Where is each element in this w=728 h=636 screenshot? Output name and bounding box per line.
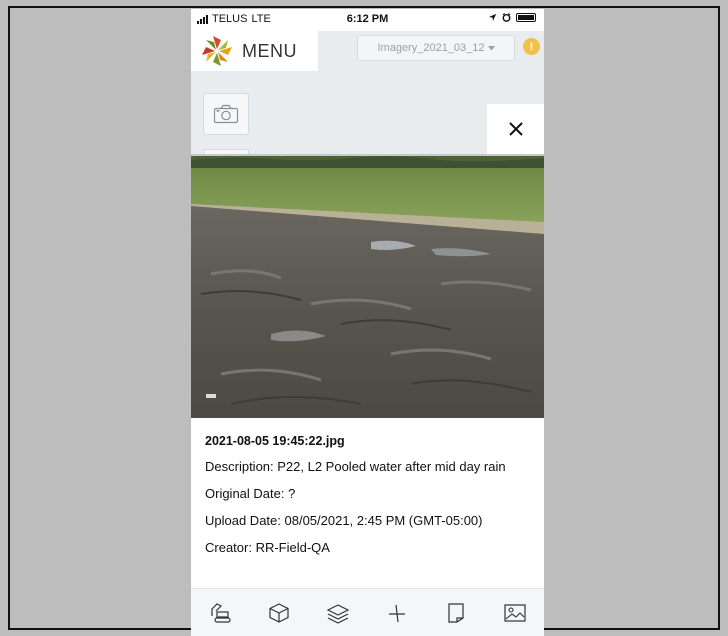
- photo-info-panel: 2021-08-05 19:45:22.jpg Description: P22…: [191, 418, 544, 588]
- image-icon: [503, 603, 526, 622]
- 3d-model-tool-button[interactable]: [266, 600, 292, 626]
- photo-upload-date: Upload Date: 08/05/2021, 2:45 PM (GMT-05…: [205, 513, 483, 528]
- imagery-dropdown[interactable]: Imagery_2021_03_12: [357, 35, 515, 61]
- alarm-icon: [502, 13, 511, 22]
- measure-icon: [388, 604, 405, 622]
- field-photo-image: [191, 154, 544, 418]
- location-arrow-icon: [488, 13, 497, 22]
- layers-tool-button[interactable]: [325, 600, 351, 626]
- phone-screen: TELUS LTE 6:12 PM MENU Imagery_2021_03_1…: [191, 9, 544, 636]
- photo-creator: Creator: RR-Field-QA: [205, 540, 330, 555]
- note-icon: [448, 602, 464, 623]
- caret-down-icon: [487, 45, 495, 50]
- menu-button[interactable]: MENU: [191, 31, 318, 71]
- photo-filename: 2021-08-05 19:45:22.jpg: [205, 434, 345, 448]
- images-tool-button[interactable]: [502, 600, 528, 626]
- measure-tool-button[interactable]: [384, 600, 410, 626]
- camera-button[interactable]: [203, 93, 249, 135]
- status-bar: TELUS LTE 6:12 PM: [191, 9, 544, 31]
- notes-tool-button[interactable]: [443, 600, 469, 626]
- close-icon: [508, 122, 523, 136]
- excavator-icon: [211, 602, 232, 623]
- photo-original-date: Original Date: ?: [205, 486, 296, 501]
- alert-badge[interactable]: !: [523, 38, 540, 55]
- field-photo: [191, 154, 544, 418]
- battery-icon: [516, 13, 536, 22]
- imagery-selected-value: Imagery_2021_03_12: [377, 42, 485, 54]
- layers-icon: [326, 603, 350, 624]
- camera-icon: [213, 104, 239, 124]
- status-right: [488, 13, 536, 22]
- photo-description: Description: P22, L2 Pooled water after …: [205, 459, 506, 474]
- app-logo-icon: [202, 36, 232, 66]
- cube-icon: [269, 602, 289, 623]
- close-photo-button[interactable]: [487, 104, 544, 154]
- excavator-tool-button[interactable]: [207, 600, 233, 626]
- alert-symbol: !: [529, 40, 534, 53]
- bottom-toolbar: [191, 588, 544, 636]
- menu-label: MENU: [242, 40, 297, 61]
